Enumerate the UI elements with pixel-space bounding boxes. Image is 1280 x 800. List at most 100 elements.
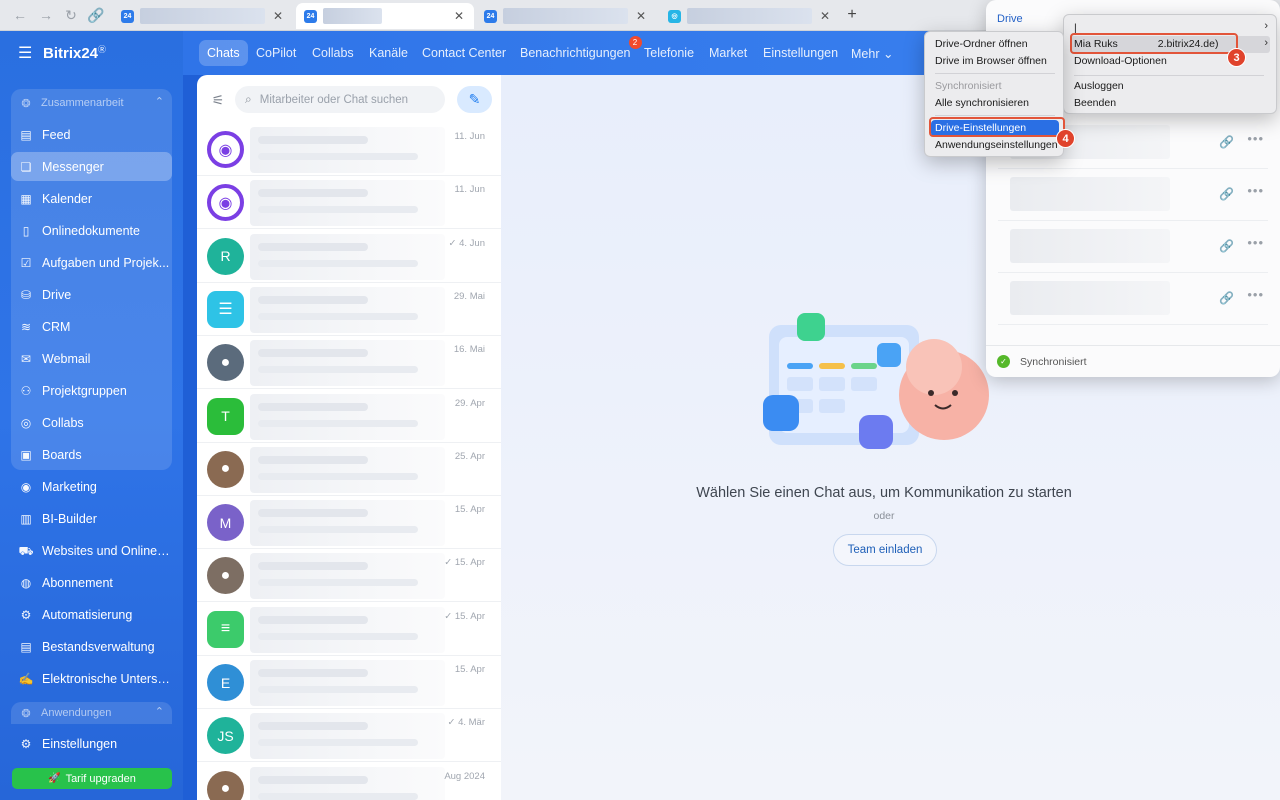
chat-row[interactable]: ● 16. Mai (197, 336, 501, 390)
close-tab-icon[interactable]: ✕ (634, 9, 648, 23)
chat-row[interactable]: ☰ 29. Mai (197, 283, 501, 336)
more-icon[interactable]: ••• (1247, 287, 1264, 302)
chat-row[interactable]: ◉ 11. Jun (197, 176, 501, 230)
tab-telefonie[interactable]: Telefonie (636, 40, 702, 66)
tab-contact-center[interactable]: Contact Center (414, 40, 514, 66)
reload-icon[interactable]: ↻ (63, 7, 79, 23)
tab-kanäle[interactable]: Kanäle (361, 40, 416, 66)
chat-row[interactable]: M 15. Apr (197, 496, 501, 550)
chat-bubble-icon: ☰ (207, 290, 244, 328)
chat-list-panel: ⚟ ⌕ Mitarbeiter oder Chat suchen ✎ ◉ 11. J… (197, 75, 501, 800)
close-tab-icon[interactable]: ✕ (818, 9, 832, 23)
menu-item-app-settings[interactable]: Anwendungseinstellungen (931, 137, 1058, 154)
tab-mehr[interactable]: Mehr ⌄ (843, 40, 901, 66)
search-input[interactable]: ⌕ Mitarbeiter oder Chat suchen (235, 86, 445, 113)
back-icon[interactable]: ← (12, 7, 28, 23)
sidebar-item-messenger[interactable]: ❏ Messenger (11, 152, 172, 181)
upgrade-plan-button[interactable]: 🚀 Tarif upgraden (12, 768, 172, 789)
sidebar-item-abonnement[interactable]: ◍ Abonnement (11, 568, 172, 597)
sidebar-item-drive[interactable]: ⛁ Drive (11, 280, 172, 309)
menu-item-download-options[interactable]: Download-Optionen (1070, 53, 1167, 70)
browser-tab-4[interactable]: ◎ ✕ (660, 3, 840, 29)
forward-icon[interactable]: → (38, 7, 54, 23)
sidebar-item-crm[interactable]: ≋ CRM (11, 312, 172, 341)
tab-market[interactable]: Market (701, 40, 755, 66)
chat-row[interactable]: E 15. Apr (197, 656, 501, 709)
tab-collabs[interactable]: Collabs (304, 40, 362, 66)
sidebar-item-boards[interactable]: ▣ Boards (11, 440, 172, 469)
chat-row[interactable]: JS ✓ 4. Mär (197, 709, 501, 763)
close-tab-icon[interactable]: ✕ (271, 9, 285, 23)
sidebar-item-kalender[interactable]: ▦ Kalender (11, 184, 172, 213)
sidebar-item-feed[interactable]: ▤ Feed (11, 120, 172, 149)
chat-date: 16. Mai (453, 344, 485, 356)
chevron-up-icon: ⌃ (154, 96, 164, 108)
link-icon[interactable]: 🔗 (87, 7, 104, 23)
drive-file-row[interactable]: 🔗 ••• (998, 273, 1268, 325)
sidebar-item-aufgaben-und-projek[interactable]: ☑ Aufgaben und Projek... (11, 248, 172, 277)
tasks-icon: ☑ (20, 255, 32, 270)
browser-tab-2-active[interactable]: 24 ✕ (296, 3, 474, 29)
chat-row[interactable]: ≡ ✓ 15. Apr (197, 603, 501, 656)
more-icon[interactable]: ••• (1247, 183, 1264, 198)
chat-preview-blurred (250, 127, 445, 173)
avatar: M (207, 504, 244, 542)
menu-item-open-browser[interactable]: Drive im Browser öffnen (931, 53, 1047, 70)
browser-tab-3[interactable]: 24 ✕ (476, 3, 656, 29)
logo[interactable]: Bitrix24Ⓡ (43, 44, 106, 62)
chat-preview-blurred (250, 660, 445, 706)
chat-row[interactable]: ● 25. Apr (197, 443, 501, 496)
chat-row[interactable]: ● ✓ 15. Apr (197, 549, 501, 603)
step-badge-4: 4 (1056, 129, 1075, 148)
drive-title: Drive (997, 13, 1023, 25)
tab-einstellungen[interactable]: Einstellungen (755, 40, 846, 66)
sidebar-item-elektronische-untersc[interactable]: ✍ Elektronische Untersc... (11, 664, 172, 693)
sidebar-item-webmail[interactable]: ✉ Webmail (11, 344, 172, 373)
group-header-applications[interactable]: ❂ Anwendungen ⌃ (11, 702, 172, 724)
new-chat-button[interactable]: ✎ (457, 86, 492, 113)
sidebar-item-collabs[interactable]: ◎ Collabs (11, 408, 172, 437)
drive-file-row[interactable]: 🔗 ••• (998, 221, 1268, 273)
sidebar-item-onlinedokumente[interactable]: ▯ Onlinedokumente (11, 216, 172, 245)
sidebar-item-marketing[interactable]: ◉ Marketing (11, 472, 172, 501)
drive-file-row[interactable]: 🔗 ••• (998, 169, 1268, 221)
menu-item-sync-all[interactable]: Alle synchronisieren (931, 95, 1029, 112)
feed-icon: ▤ (20, 127, 32, 142)
sidebar-item-projektgruppen[interactable]: ⚇ Projektgruppen (11, 376, 172, 405)
link-icon[interactable]: 🔗 (1219, 291, 1234, 305)
tab-benachrichtigungen[interactable]: Benachrichtigungen 2 (512, 36, 642, 66)
sidebar-item-bestandsverwaltung[interactable]: ▤ Bestandsverwaltung (11, 632, 172, 661)
close-tab-icon[interactable]: ✕ (452, 9, 466, 23)
sidebar-item-automatisierung[interactable]: ⚙ Automatisierung (11, 600, 172, 629)
more-icon[interactable]: ••• (1247, 235, 1264, 250)
chat-row[interactable]: R ✓ 4. Jun (197, 230, 501, 283)
chat-preview-blurred (250, 500, 445, 547)
sidebar-item-websites-und-onlines[interactable]: ⛟ Websites und Onlines... (11, 536, 172, 565)
cart-icon: ⛟ (18, 543, 34, 558)
new-tab-icon[interactable]: + (844, 7, 860, 23)
sidebar-item-settings[interactable]: ⚙ Einstellungen (11, 729, 172, 758)
drive-icon: ⛁ (20, 287, 32, 302)
link-icon[interactable]: 🔗 (1219, 187, 1234, 201)
chat-preview-blurred (250, 446, 445, 493)
chat-preview-blurred (250, 286, 445, 333)
avatar: JS (207, 717, 244, 755)
chat-preview-blurred (250, 180, 445, 227)
link-icon[interactable]: 🔗 (1219, 135, 1234, 149)
invite-team-button[interactable]: Team einladen (833, 534, 937, 566)
menu-item-quit[interactable]: Beenden (1070, 95, 1116, 112)
menu-item-logout[interactable]: Ausloggen (1070, 78, 1124, 95)
tab-copilot[interactable]: CoPilot (248, 40, 304, 66)
sidebar-item-bi-builder[interactable]: ▥ BI-Builder (11, 504, 172, 533)
menu-icon[interactable]: ☰ (18, 46, 32, 62)
group-header-collaboration[interactable]: ❂ Zusammenarbeit ⌃ (11, 89, 172, 117)
chat-row[interactable]: ● Aug 2024 (197, 763, 501, 800)
tab-chats[interactable]: Chats (199, 40, 248, 66)
filter-icon[interactable]: ⚟ (209, 91, 227, 109)
more-icon[interactable]: ••• (1247, 131, 1264, 146)
link-icon[interactable]: 🔗 (1219, 239, 1234, 253)
menu-item-open-folder[interactable]: Drive-Ordner öffnen (931, 36, 1028, 53)
chat-row[interactable]: ◉ 11. Jun (197, 123, 501, 176)
chat-row[interactable]: T 29. Apr (197, 390, 501, 443)
browser-tab-1[interactable]: 24 ✕ (113, 3, 293, 29)
